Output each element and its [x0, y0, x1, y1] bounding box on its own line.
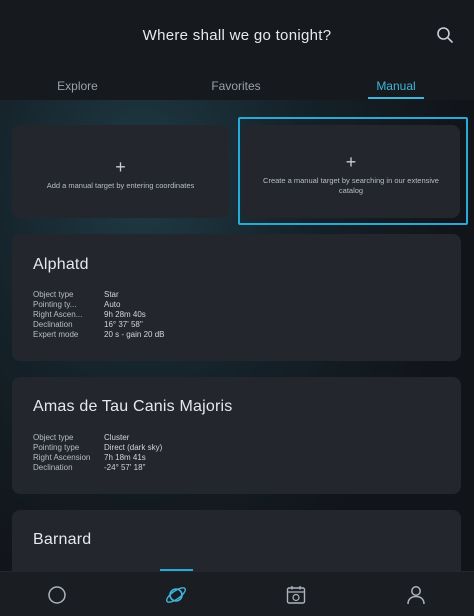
property-key: Declination — [33, 463, 73, 472]
property-value: Auto — [104, 300, 121, 309]
bottom-navigation — [0, 571, 474, 616]
plus-icon: + — [345, 152, 357, 172]
top-bar: Where shall we go tonight? Explore Favor… — [0, 0, 474, 100]
property-key: Object type — [33, 290, 74, 299]
profile-icon[interactable] — [404, 583, 428, 607]
property-key: Pointing type — [33, 443, 80, 452]
add-from-catalog-label: Create a manual target by searching in o… — [263, 176, 439, 195]
tab-explore[interactable]: Explore — [40, 79, 115, 93]
property-row: Expert mode 20 s - gain 20 dB — [33, 330, 164, 340]
property-row: Right Ascension 7h 18m 41s — [33, 453, 162, 463]
active-tab-indicator — [368, 97, 424, 99]
planet-icon[interactable] — [164, 583, 188, 607]
target-properties: Object type Star Pointing ty... Auto Right… — [33, 290, 164, 340]
property-row: Pointing ty... Auto — [33, 300, 164, 310]
property-value: Cluster — [104, 433, 130, 442]
property-row: Declination 16° 37' 58'' — [33, 320, 164, 330]
property-value: 20 s - gain 20 dB — [104, 330, 165, 339]
tab-favorites[interactable]: Favorites — [196, 79, 276, 93]
property-row: Declination -24° 57' 18'' — [33, 463, 162, 473]
property-key: Pointing ty... — [33, 300, 77, 309]
property-value: -24° 57' 18'' — [104, 463, 146, 472]
property-key: Right Ascension — [33, 453, 91, 462]
property-row: Right Ascen... 9h 28m 40s — [33, 310, 164, 320]
target-card[interactable]: Alphatd Object type Star Pointing ty... Au… — [12, 234, 461, 361]
search-icon[interactable] — [436, 26, 454, 44]
property-row: Object type Cluster — [33, 433, 162, 443]
calendar-icon[interactable] — [284, 583, 308, 607]
add-from-catalog-card[interactable]: + Create a manual target by searching in… — [242, 125, 460, 218]
property-key: Expert mode — [33, 330, 79, 339]
property-key: Object type — [33, 433, 74, 442]
add-by-coordinates-card[interactable]: + Add a manual target by entering coordi… — [12, 125, 229, 218]
property-key: Declination — [33, 320, 73, 329]
target-name: Alphatd — [33, 256, 89, 273]
property-value: 7h 18m 41s — [104, 453, 146, 462]
page-title: Where shall we go tonight? — [142, 27, 332, 44]
property-row: Pointing type Direct (dark sky) — [33, 443, 162, 453]
plus-icon: + — [115, 157, 126, 177]
property-row: Object type Star — [33, 290, 164, 300]
target-name: Amas de Tau Canis Majoris — [33, 398, 233, 415]
tab-manual[interactable]: Manual — [368, 79, 424, 93]
property-value: Direct (dark sky) — [104, 443, 163, 452]
property-value: 16° 37' 58'' — [104, 320, 143, 329]
property-value: 9h 28m 40s — [104, 310, 146, 319]
add-by-coordinates-label: Add a manual target by entering coordina… — [46, 181, 195, 190]
target-card[interactable]: Amas de Tau Canis Majoris Object type Clu… — [12, 377, 461, 494]
property-key: Right Ascen... — [33, 310, 83, 319]
property-value: Star — [104, 290, 119, 299]
home-circle-icon[interactable] — [45, 583, 69, 607]
target-properties: Object type Cluster Pointing type Direct (… — [33, 433, 162, 473]
target-name: Barnard — [33, 531, 92, 548]
